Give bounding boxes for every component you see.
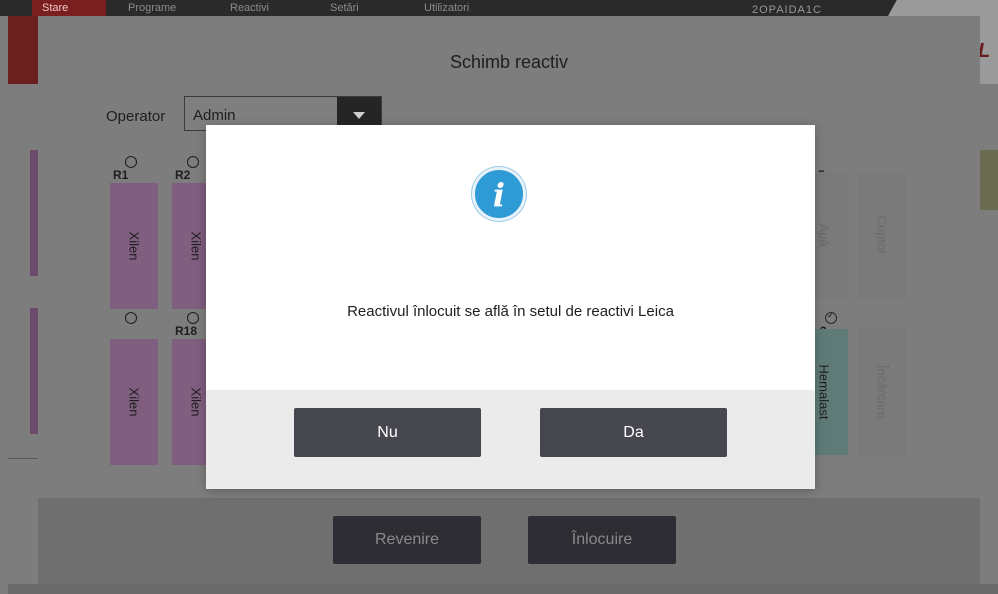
slot-body[interactable]: Xilen <box>110 339 158 465</box>
slot-label: R2 <box>175 168 191 182</box>
slot-radio[interactable] <box>187 312 199 324</box>
reagent-name: Xilen <box>188 231 204 261</box>
tab-programe[interactable]: Programe <box>128 2 176 14</box>
tab-reactivi[interactable]: Reactivi <box>230 2 269 14</box>
operator-value: Admin <box>193 107 236 124</box>
reagent-name: Încărcare <box>874 364 890 420</box>
background-bottom <box>8 584 998 594</box>
slot-radio[interactable] <box>125 312 137 324</box>
slot-radio[interactable] <box>125 156 137 168</box>
slot-checked-icon[interactable] <box>825 310 837 324</box>
header-corner <box>888 0 998 16</box>
header-banner-left <box>8 16 38 84</box>
slot-body[interactable]: Xilen <box>110 183 158 309</box>
reagent-name: Xilen <box>126 231 142 261</box>
reagent-name: Xilen <box>188 387 204 417</box>
confirm-modal: i Reactivul înlocuit se află în setul de… <box>206 125 815 489</box>
dialog-title: Schimb reactiv <box>449 52 569 72</box>
replace-button[interactable]: Înlocuire <box>528 516 676 564</box>
slot-body[interactable]: Încărcare <box>858 329 906 455</box>
slot-label: R1 <box>113 168 129 182</box>
background-divider <box>8 458 38 459</box>
reagent-name: Xilen <box>126 387 142 417</box>
no-button[interactable]: Nu <box>294 408 481 457</box>
slot-radio[interactable] <box>187 156 199 168</box>
background-slot-strip <box>30 308 38 434</box>
background-thumbnail <box>980 150 998 210</box>
yes-button[interactable]: Da <box>540 408 727 457</box>
modal-message: Reactivul înlocuit se află în setul de r… <box>347 303 674 320</box>
slot-body[interactable]: Cuptor <box>858 172 906 298</box>
reagent-name: Hemalast <box>816 364 832 420</box>
back-button[interactable]: Revenire <box>333 516 481 564</box>
tab-utilizatori[interactable]: Utilizatori <box>424 2 469 14</box>
slot-label: R18 <box>175 324 198 338</box>
tab-setari[interactable]: Setări <box>330 2 359 14</box>
dialog-footer: Revenire Înlocuire <box>38 498 980 584</box>
reagent-name: Apă <box>816 223 832 247</box>
instrument-id: 2OPAIDA1C <box>752 4 822 16</box>
tab-stare[interactable]: Stare <box>42 2 68 14</box>
reagent-name: Cuptor <box>874 215 890 255</box>
background-slot-strip <box>30 150 38 276</box>
info-icon: i <box>472 167 526 221</box>
modal-footer: Nu Da <box>206 390 815 489</box>
top-nav-bar: Stare Programe Reactivi Setări Utilizato… <box>0 0 998 16</box>
operator-label: Operator <box>106 108 166 125</box>
